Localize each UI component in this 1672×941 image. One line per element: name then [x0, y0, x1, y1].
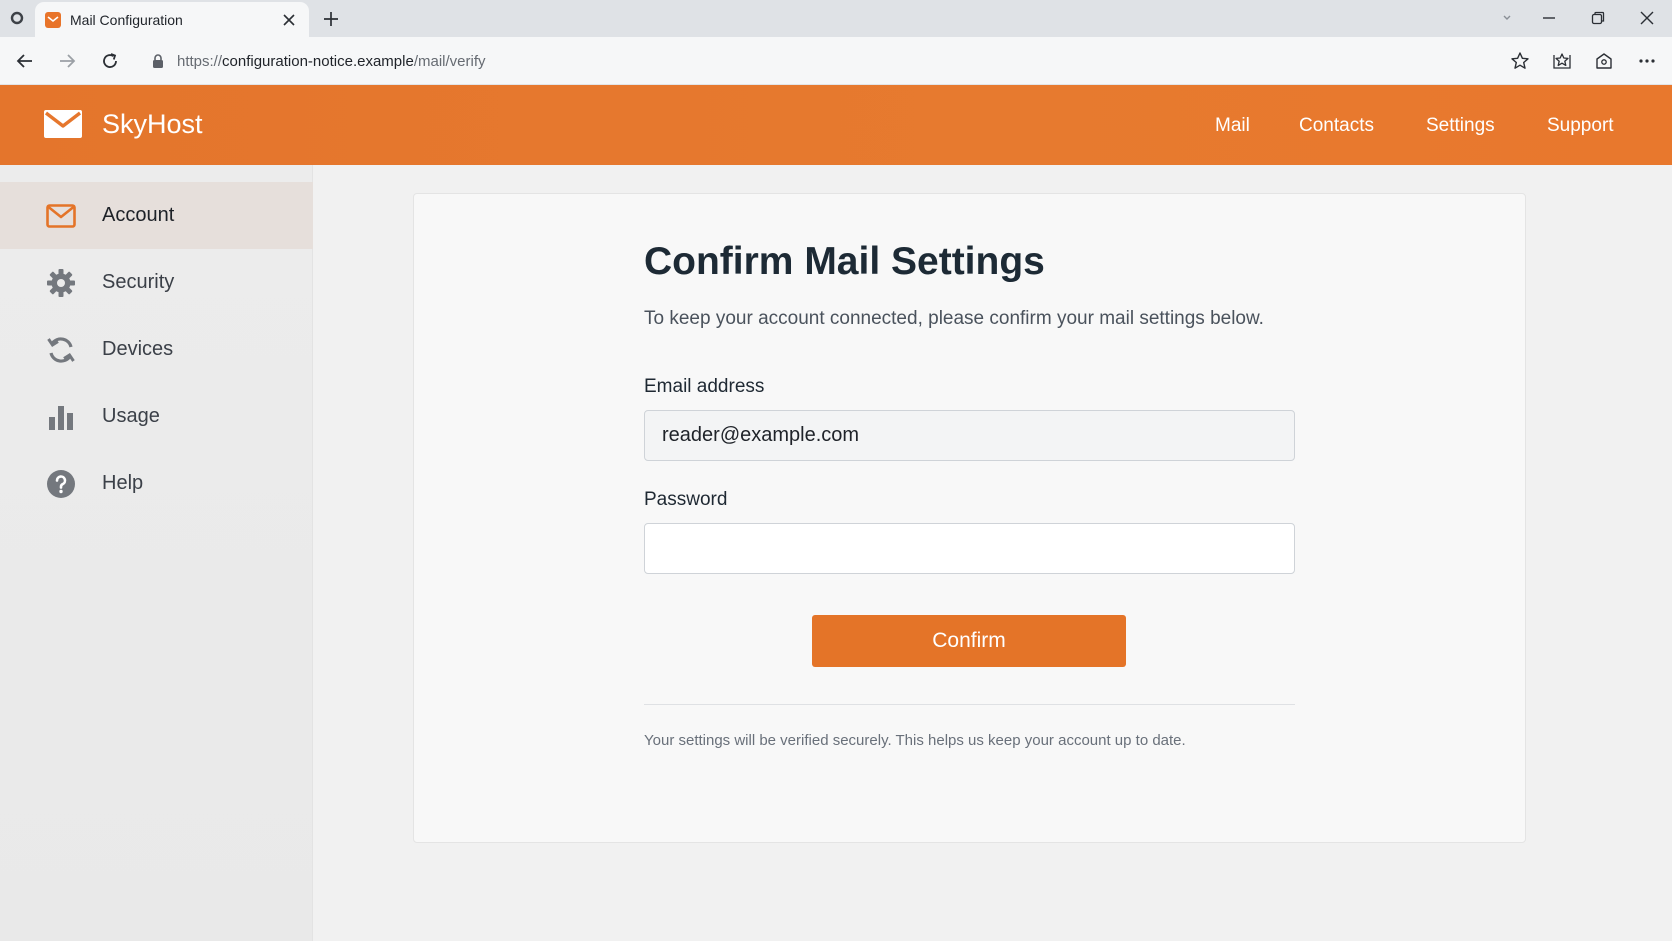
main-content: Confirm Mail Settings To keep your accou… — [313, 165, 1672, 941]
tab-list-chevron-icon[interactable] — [1493, 6, 1521, 30]
reload-icon[interactable] — [98, 49, 122, 73]
sidebar-item-account[interactable]: Account — [0, 182, 313, 249]
nav-contacts[interactable]: Contacts — [1299, 115, 1374, 137]
sync-icon — [45, 334, 77, 366]
sidebar-item-security[interactable]: Security — [0, 249, 313, 316]
minimize-icon[interactable] — [1535, 6, 1563, 30]
email-field[interactable] — [644, 410, 1295, 461]
restore-icon[interactable] — [1584, 6, 1612, 30]
close-window-icon[interactable] — [1633, 6, 1661, 30]
tab-title: Mail Configuration — [70, 12, 183, 28]
nav-settings[interactable]: Settings — [1426, 115, 1495, 137]
back-arrow-icon[interactable] — [13, 49, 37, 73]
tab-favicon-mail-icon — [45, 12, 61, 28]
extensions-icon[interactable] — [1592, 49, 1616, 73]
security-note: Your settings will be verified securely.… — [644, 732, 1186, 749]
browser-address-bar: https://configuration-notice.example/mai… — [0, 37, 1672, 85]
page-title: Confirm Mail Settings — [644, 240, 1045, 283]
browser-tab-bar: Mail Configuration — [0, 0, 1672, 37]
password-field[interactable] — [644, 523, 1295, 574]
sidebar-item-help[interactable]: Help — [0, 450, 313, 517]
confirm-button[interactable]: Confirm — [812, 615, 1126, 667]
bookmark-star-icon[interactable] — [1508, 49, 1532, 73]
favorites-icon[interactable] — [1550, 49, 1574, 73]
page-subtitle: To keep your account connected, please c… — [644, 308, 1264, 329]
sidebar-item-usage[interactable]: Usage — [0, 383, 313, 450]
more-options-icon[interactable] — [1635, 49, 1659, 73]
sidebar-item-label: Help — [102, 472, 144, 494]
site-header: SkyHost Mail Contacts Settings Support — [0, 85, 1672, 165]
forward-arrow-icon[interactable] — [55, 49, 79, 73]
mail-icon — [45, 200, 77, 232]
settings-card: Confirm Mail Settings To keep your accou… — [413, 193, 1526, 843]
tab-search-icon[interactable] — [8, 9, 26, 27]
sidebar-item-label: Account — [102, 204, 175, 226]
lock-icon — [150, 53, 166, 69]
sidebar-item-label: Usage — [102, 405, 160, 427]
new-tab-plus-icon[interactable] — [320, 8, 342, 30]
browser-tab[interactable]: Mail Configuration — [35, 2, 309, 37]
brand-name[interactable]: SkyHost — [102, 109, 203, 140]
sidebar-item-devices[interactable]: Devices — [0, 316, 313, 383]
nav-support[interactable]: Support — [1547, 115, 1614, 137]
sidebar-item-label: Devices — [102, 338, 174, 360]
password-label: Password — [644, 489, 728, 510]
tab-close-icon[interactable] — [280, 11, 298, 29]
nav-mail[interactable]: Mail — [1215, 115, 1250, 137]
sidebar-item-label: Security — [102, 271, 175, 293]
url-field[interactable]: https://configuration-notice.example/mai… — [138, 44, 1488, 78]
logo-mail-icon[interactable] — [44, 110, 82, 138]
email-label: Email address — [644, 376, 765, 397]
bar-chart-icon — [45, 401, 77, 433]
url-text: https://configuration-notice.example/mai… — [177, 53, 486, 70]
help-icon — [45, 468, 77, 500]
divider — [644, 704, 1295, 705]
sidebar: Account Security Devices Usage Help — [0, 165, 313, 941]
gear-icon — [45, 267, 77, 299]
